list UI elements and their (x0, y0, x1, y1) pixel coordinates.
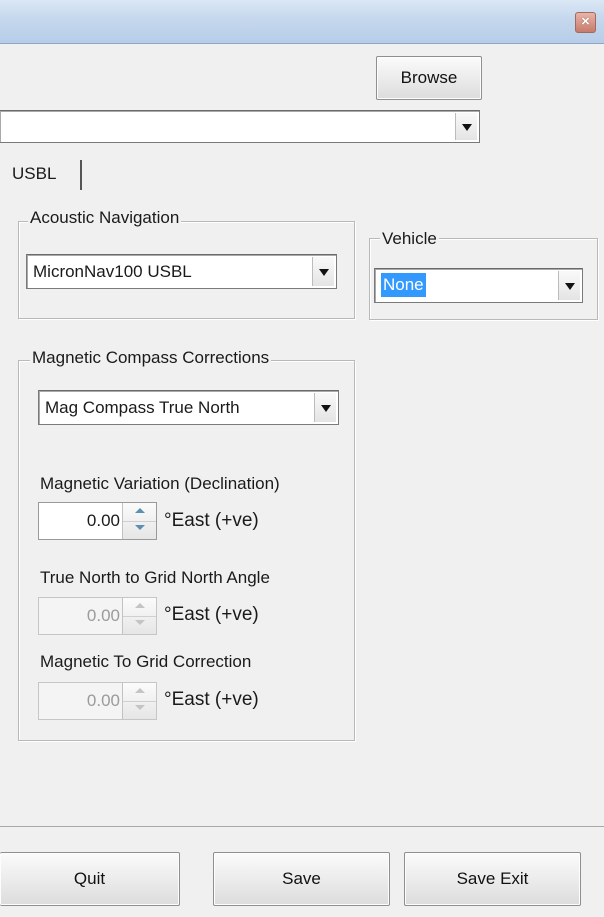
spin-buttons (122, 598, 156, 634)
grid-north-angle-stepper[interactable]: 0.00 (38, 597, 157, 635)
file-path-combo[interactable] (0, 110, 480, 143)
grid-north-angle-value: 0.00 (86, 606, 120, 625)
magnetic-variation-unit: °East (+ve) (164, 510, 259, 531)
spin-up-icon[interactable] (123, 683, 156, 701)
save-button[interactable]: Save (213, 852, 390, 906)
spin-up-icon[interactable] (123, 503, 156, 521)
spin-down-icon[interactable] (123, 616, 156, 634)
vehicle-select[interactable]: None (374, 268, 583, 303)
grid-north-angle-unit: °East (+ve) (164, 604, 259, 625)
mag-grid-correction-label: Magnetic To Grid Correction (40, 652, 252, 671)
tab-usbl[interactable]: USBL (12, 160, 82, 190)
spin-buttons (122, 683, 156, 719)
magnetic-variation-value: 0.00 (86, 511, 120, 530)
footer-separator (0, 826, 604, 827)
magnetic-compass-title: Magnetic Compass Corrections (30, 348, 272, 368)
magnetic-variation-stepper[interactable]: 0.00 (38, 502, 157, 540)
acoustic-navigation-select[interactable]: MicronNav100 USBL (26, 254, 337, 289)
spin-down-icon[interactable] (123, 701, 156, 719)
save-exit-button[interactable]: Save Exit (404, 852, 581, 906)
tab-usbl-label: USBL (12, 164, 57, 183)
acoustic-navigation-title: Acoustic Navigation (28, 208, 182, 228)
chevron-down-icon[interactable] (314, 393, 336, 422)
chevron-down-icon[interactable] (455, 113, 477, 140)
title-bar (0, 0, 604, 44)
chevron-down-icon[interactable] (312, 257, 334, 286)
chevron-down-icon[interactable] (558, 271, 580, 300)
magnetic-variation-label: Magnetic Variation (Declination) (40, 474, 280, 493)
spin-down-icon[interactable] (123, 521, 156, 539)
vehicle-title: Vehicle (380, 229, 439, 249)
mag-grid-correction-stepper[interactable]: 0.00 (38, 682, 157, 720)
grid-north-angle-label: True North to Grid North Angle (40, 568, 270, 587)
browse-button[interactable]: Browse (376, 56, 482, 100)
vehicle-value: None (381, 273, 426, 297)
mag-grid-correction-value: 0.00 (86, 691, 120, 710)
mag-grid-correction-unit: °East (+ve) (164, 689, 259, 710)
spin-up-icon[interactable] (123, 598, 156, 616)
close-icon[interactable]: × (575, 12, 596, 33)
spin-buttons (122, 503, 156, 539)
quit-button[interactable]: Quit (0, 852, 180, 906)
compass-mode-select[interactable]: Mag Compass True North (38, 390, 339, 425)
compass-mode-value: Mag Compass True North (45, 398, 240, 417)
acoustic-navigation-value: MicronNav100 USBL (33, 262, 192, 281)
